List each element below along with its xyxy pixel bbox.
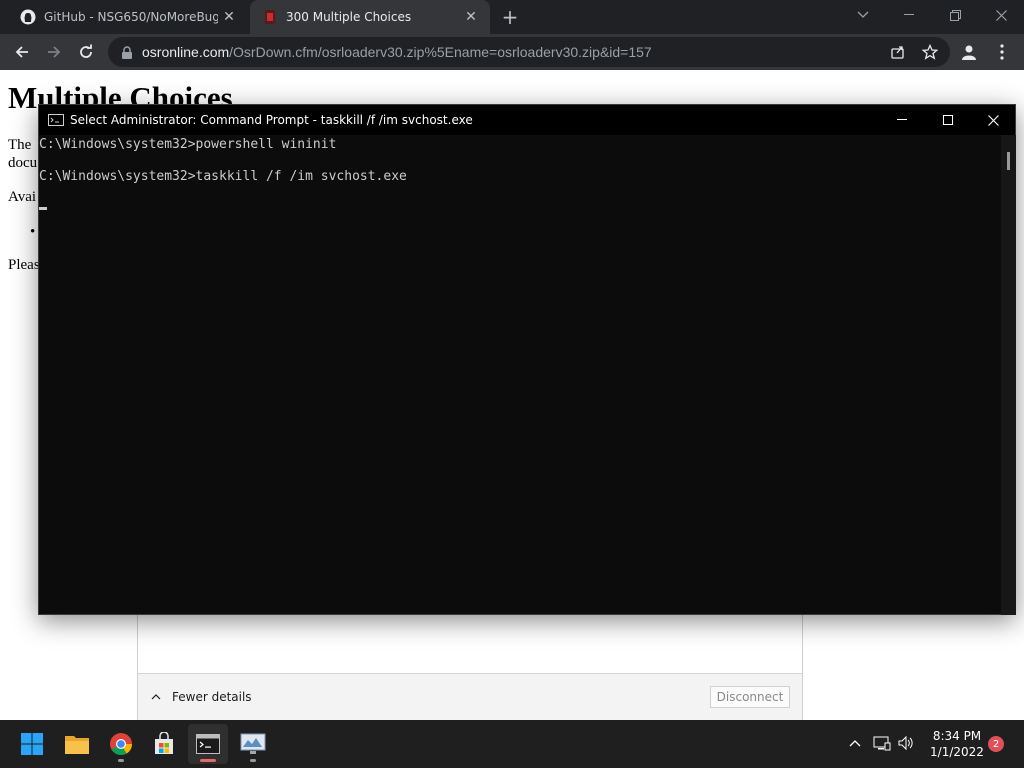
forward-arrow-icon[interactable] [40, 38, 68, 66]
back-arrow-icon[interactable] [8, 38, 36, 66]
tab-close-icon[interactable]: ✕ [218, 6, 240, 28]
tab-title: GitHub - NSG650/NoMoreBugCl [44, 10, 218, 24]
store-button[interactable] [144, 724, 184, 764]
dialog-footer: Fewer details Disconnect [138, 674, 802, 720]
share-icon[interactable] [884, 38, 912, 66]
url-path: /OsrDown.cfm/osrloaderv30.zip%5Ename=osr… [229, 44, 652, 60]
running-indicator [200, 759, 216, 762]
close-icon[interactable] [978, 0, 1024, 30]
mouse-pointer-icon [722, 762, 730, 768]
reload-icon[interactable] [72, 38, 100, 66]
terminal-icon [196, 734, 220, 754]
store-icon [155, 732, 173, 754]
profile-icon[interactable] [955, 38, 983, 66]
bookmark-star-icon[interactable] [916, 38, 944, 66]
new-tab-icon[interactable]: + [498, 5, 522, 29]
command-prompt-icon [48, 114, 64, 126]
remote-desktop-button[interactable] [233, 724, 273, 764]
terminal-button[interactable] [188, 724, 228, 764]
start-button[interactable] [12, 724, 52, 764]
tab-title: 300 Multiple Choices [286, 10, 412, 24]
fewer-details-label: Fewer details [172, 690, 252, 704]
clock-date: 1/1/2022 [930, 745, 984, 759]
page-text-line: The [8, 137, 32, 153]
lock-icon[interactable] [120, 45, 134, 59]
minimize-icon[interactable] [886, 0, 932, 30]
page-text-line: Pleas [8, 257, 40, 273]
chrome-button[interactable] [101, 724, 141, 764]
menu-kebab-icon[interactable] [988, 38, 1016, 66]
notification-badge[interactable]: 2 [988, 736, 1004, 752]
text-cursor [39, 207, 47, 210]
url-host: osronline.com [142, 44, 230, 60]
osr-favicon-icon [262, 9, 278, 25]
tab-github[interactable]: GitHub - NSG650/NoMoreBugCl ✕ [8, 0, 248, 34]
console-title-bar[interactable]: Select Administrator: Command Prompt - t… [39, 105, 1015, 135]
file-explorer-button[interactable] [57, 724, 97, 764]
taskbar: 8:34 PM 1/1/2022 2 [0, 720, 1024, 768]
list-bullet: • [30, 224, 36, 240]
browser-tab-strip: GitHub - NSG650/NoMoreBugCl ✕ 300 Multip… [0, 0, 1024, 34]
running-indicator [118, 759, 124, 762]
start-icon [21, 733, 43, 755]
maximize-icon[interactable] [925, 105, 971, 135]
browser-toolbar: osronline.com/OsrDown.cfm/osrloaderv30.z… [0, 34, 1024, 70]
network-icon[interactable] [871, 732, 893, 754]
tab-search-icon[interactable] [840, 0, 886, 30]
remote-desktop-icon [240, 733, 266, 754]
disconnect-button[interactable]: Disconnect [710, 686, 790, 708]
console-scrollbar[interactable] [1001, 135, 1016, 615]
fewer-details-toggle[interactable]: Fewer details [150, 690, 252, 704]
console-line: C:\Windows\system32>taskkill /f /im svch… [39, 169, 407, 184]
console-cursor-line [39, 201, 1001, 217]
close-icon[interactable] [970, 105, 1016, 135]
github-icon [20, 9, 36, 25]
running-indicator [250, 759, 256, 762]
page-text-line: Avai [8, 189, 37, 205]
chevron-up-icon [150, 691, 162, 703]
clock-time: 8:34 PM [932, 729, 982, 743]
tab-multiple-choices[interactable]: 300 Multiple Choices ✕ [250, 0, 490, 34]
address-bar[interactable]: osronline.com/OsrDown.cfm/osrloaderv30.z… [108, 37, 950, 67]
chrome-icon [110, 733, 132, 755]
minimize-icon[interactable] [879, 105, 925, 135]
system-clock[interactable]: 8:34 PM 1/1/2022 [922, 728, 992, 760]
console-title: Select Administrator: Command Prompt - t… [70, 113, 473, 127]
url-text: osronline.com/OsrDown.cfm/osrloaderv30.z… [142, 44, 652, 60]
chevron-up-icon[interactable] [844, 732, 866, 754]
restore-icon[interactable] [932, 0, 978, 30]
remote-desktop-dialog: Fewer details Disconnect [137, 614, 803, 720]
scroll-thumb[interactable] [1007, 152, 1010, 170]
console-output[interactable]: C:\Windows\system32>powershell wininit C… [39, 135, 1001, 615]
command-prompt-window[interactable]: Select Administrator: Command Prompt - t… [38, 104, 1016, 615]
file-explorer-icon [65, 736, 89, 754]
console-line: C:\Windows\system32>powershell wininit [39, 137, 337, 152]
tab-close-icon[interactable]: ✕ [460, 6, 482, 28]
page-text-line: docu [8, 155, 38, 171]
volume-icon[interactable] [895, 732, 917, 754]
